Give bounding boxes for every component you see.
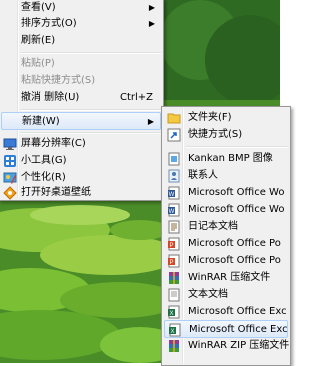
menu-item-label: Microsoft Office Po — [188, 238, 281, 249]
word-icon: W — [168, 186, 180, 200]
menu-item-label: 日记本文档 — [188, 221, 238, 232]
menu-item-label: Microsoft Office Po — [188, 255, 281, 266]
svg-text:W: W — [169, 192, 175, 198]
new-item-folder[interactable]: 文件夹(F) — [164, 109, 288, 127]
powerpoint-icon: P — [168, 254, 180, 268]
menu-item-label: WinRAR ZIP 压缩文件 — [188, 340, 290, 351]
submenu-arrow-icon: ▶ — [147, 117, 154, 126]
new-item-powerpoint-2[interactable]: P Microsoft Office Po — [164, 252, 288, 270]
menu-item-label: 撤消 删除(U) — [21, 92, 80, 103]
menu-item-label: 屏幕分辨率(C) — [21, 138, 86, 149]
menu-item-screen-resolution[interactable]: 屏幕分辨率(C) — [1, 135, 161, 153]
menu-separator — [186, 146, 288, 148]
new-item-contact[interactable]: 联系人 — [164, 167, 288, 185]
menu-item-label: 小工具(G) — [21, 155, 67, 166]
personalize-icon — [3, 172, 17, 184]
menu-item-label: 粘贴快捷方式(S) — [21, 75, 96, 86]
screen-resolution-icon — [3, 138, 17, 150]
new-item-word-2[interactable]: W Microsoft Office Wo — [164, 201, 288, 219]
menu-item-open-wallpaper[interactable]: 打开好桌道壁纸 — [1, 184, 161, 202]
menu-item-label: Microsoft Office Wo — [188, 187, 285, 198]
menu-item-label: 打开好桌道壁纸 — [21, 187, 91, 198]
menu-item-label: WinRAR 压缩文件 — [188, 272, 271, 283]
menu-item-label: Kankan BMP 图像 — [188, 153, 273, 164]
new-item-winrar[interactable]: WinRAR 压缩文件 — [164, 269, 288, 287]
menu-item-paste[interactable]: 粘贴(P) — [1, 55, 161, 73]
menu-item-sort-by[interactable]: 排序方式(O) ▶ — [1, 15, 161, 33]
menu-item-gadgets[interactable]: 小工具(G) — [1, 152, 161, 170]
text-document-icon — [168, 288, 180, 302]
new-submenu: 文件夹(F) 快捷方式(S) Kankan BMP 图像 联系人 W Micro… — [161, 106, 291, 366]
menu-item-label: 文本文档 — [188, 289, 228, 300]
menu-item-label: 排序方式(O) — [21, 18, 77, 29]
menu-separator — [21, 132, 161, 134]
new-item-winrar-zip[interactable]: WinRAR ZIP 压缩文件 — [164, 337, 290, 355]
menu-item-label: Microsoft Office Exc — [188, 306, 287, 317]
menu-item-label: 文件夹(F) — [188, 112, 232, 123]
contact-icon — [168, 169, 180, 183]
menu-item-label: 粘贴(P) — [21, 58, 55, 69]
new-item-powerpoint-1[interactable]: P Microsoft Office Po — [164, 235, 288, 253]
svg-text:X: X — [169, 311, 173, 317]
svg-text:X: X — [170, 329, 174, 335]
word-icon: W — [168, 203, 180, 217]
journal-icon — [168, 220, 180, 234]
excel-icon: X — [168, 305, 180, 319]
menu-item-label: 快捷方式(S) — [188, 129, 243, 140]
menu-item-undo-delete[interactable]: 撤消 删除(U) Ctrl+Z — [1, 89, 161, 107]
svg-text:P: P — [169, 260, 173, 266]
winrar-zip-icon — [169, 340, 179, 352]
menu-item-new[interactable]: 新建(W) ▶ — [1, 112, 161, 130]
submenu-arrow-icon: ▶ — [148, 19, 155, 28]
new-item-shortcut[interactable]: 快捷方式(S) — [164, 126, 288, 144]
new-item-excel-1[interactable]: X Microsoft Office Exc — [164, 303, 288, 321]
winrar-icon — [169, 272, 179, 284]
folder-icon — [167, 113, 181, 124]
svg-text:P: P — [169, 243, 173, 249]
bmp-image-icon — [168, 152, 180, 166]
new-item-journal[interactable]: 日记本文档 — [164, 218, 288, 236]
menu-item-label: 刷新(E) — [21, 35, 56, 46]
menu-item-label: Microsoft Office Wo — [188, 204, 285, 215]
menu-separator — [21, 109, 161, 111]
menu-item-shortcut: Ctrl+Z — [119, 92, 153, 103]
menu-item-paste-shortcut[interactable]: 粘贴快捷方式(S) — [1, 72, 161, 90]
menu-item-label: 新建(W) — [22, 116, 60, 127]
menu-item-refresh[interactable]: 刷新(E) — [1, 32, 161, 50]
powerpoint-icon: P — [168, 237, 180, 251]
new-item-excel-2[interactable]: X Microsoft Office Exc — [164, 320, 288, 338]
gadgets-icon — [4, 155, 16, 167]
excel-icon: X — [169, 323, 181, 337]
new-item-word-1[interactable]: W Microsoft Office Wo — [164, 184, 288, 202]
svg-text:W: W — [169, 209, 175, 215]
desktop-context-menu: 查看(V) ▶ 排序方式(O) ▶ 刷新(E) 粘贴(P) 粘贴快捷方式(S) … — [0, 0, 164, 201]
new-item-bmp-image[interactable]: Kankan BMP 图像 — [164, 150, 288, 168]
menu-item-label: 联系人 — [188, 170, 218, 181]
menu-separator — [21, 52, 161, 54]
shortcut-icon — [167, 128, 181, 142]
new-item-text-document[interactable]: 文本文档 — [164, 286, 288, 304]
wallpaper-icon — [3, 186, 17, 200]
